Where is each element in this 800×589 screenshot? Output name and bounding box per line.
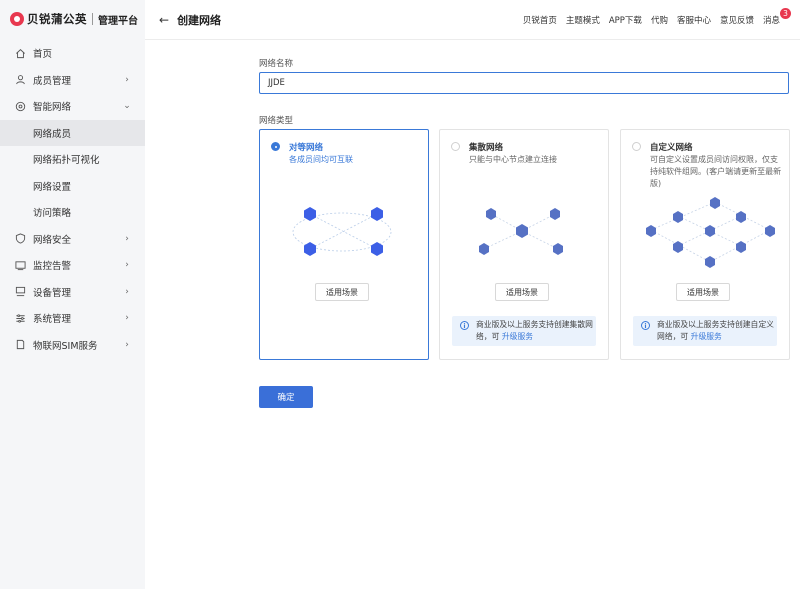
brand-logo-icon — [10, 12, 24, 26]
hub-network-diagram — [479, 208, 563, 255]
upgrade-service-link[interactable]: 升级服务 — [502, 332, 533, 341]
sidebar-subitem-network-settings[interactable]: 网络设置 — [0, 173, 145, 200]
link-theme[interactable]: 主题模式 — [566, 14, 600, 26]
chevron-right-icon: › — [125, 313, 129, 324]
sidebar-item-label: 首页 — [33, 49, 53, 61]
info-icon: i — [460, 321, 469, 330]
chevron-right-icon: › — [125, 74, 129, 85]
network-type-card-peer[interactable]: 对等网络 各成员间均可互联 适用场景 — [259, 129, 429, 360]
sim-icon — [14, 339, 26, 351]
sidebar-item-label: 监控告警 — [33, 261, 72, 273]
brand-sub: 管理平台 — [98, 15, 138, 27]
network-type-label: 网络类型 — [259, 116, 294, 126]
link-purchase[interactable]: 代购 — [651, 14, 668, 26]
confirm-button[interactable]: 确定 — [259, 386, 313, 408]
notice-text: 商业版及以上服务支持创建自定义网络，可 升级服务 — [657, 320, 774, 341]
shield-icon — [14, 233, 26, 245]
custom-network-diagram — [646, 197, 775, 268]
sidebar-subitem-topology[interactable]: 网络拓扑可视化 — [0, 146, 145, 173]
card-desc: 可自定义设置成员间访问权限，仅支持纯软件组网。(客户端请更新至最新版) — [650, 155, 782, 188]
chevron-right-icon: › — [125, 260, 129, 271]
radio-peer[interactable] — [271, 142, 280, 151]
sidebar: 贝锐蒲公英 管理平台 首页 成员管理 › 智能网络 ⌄ 网络成员 网络拓扑可视化 — [0, 0, 145, 589]
scene-button[interactable]: 适用场景 — [315, 283, 369, 301]
card-title: 集散网络 — [469, 143, 504, 153]
chevron-right-icon: › — [125, 233, 129, 244]
scene-button[interactable]: 适用场景 — [495, 283, 549, 301]
device-icon — [14, 286, 26, 298]
arrow-left-icon[interactable]: ← — [159, 13, 169, 27]
info-icon: i — [641, 321, 650, 330]
sidebar-nav: 首页 成员管理 › 智能网络 ⌄ 网络成员 网络拓扑可视化 网络设置 访问策略 … — [0, 40, 145, 358]
peer-network-diagram — [292, 207, 392, 256]
network-icon — [14, 100, 26, 112]
radio-custom[interactable] — [632, 142, 641, 151]
card-desc: 只能与中心节点建立连接 — [469, 155, 557, 164]
sidebar-item-iot-sim[interactable]: 物联网SIM服务 › — [0, 332, 145, 359]
network-name-input[interactable]: JJDE — [259, 72, 789, 94]
top-links: 贝锐首页 主题模式 APP下载 代购 客服中心 意见反馈 消息 3 — [523, 8, 791, 26]
sidebar-item-smart-network[interactable]: 智能网络 ⌄ — [0, 93, 145, 120]
sidebar-item-home[interactable]: 首页 — [0, 40, 145, 67]
upgrade-notice: i 商业版及以上服务支持创建自定义网络，可 升级服务 — [633, 316, 777, 346]
brand-name: 贝锐蒲公英 — [27, 12, 87, 26]
link-support[interactable]: 客服中心 — [677, 14, 711, 26]
sidebar-item-label: 成员管理 — [33, 75, 72, 87]
sidebar-item-label: 设备管理 — [33, 287, 72, 299]
upgrade-service-link[interactable]: 升级服务 — [691, 332, 722, 341]
sidebar-subitem-network-members[interactable]: 网络成员 — [0, 119, 145, 146]
sidebar-item-security[interactable]: 网络安全 › — [0, 226, 145, 253]
card-desc: 各成员间均可互联 — [289, 155, 353, 164]
sidebar-item-label: 网络安全 — [33, 234, 72, 246]
page-title: 创建网络 — [177, 13, 222, 27]
sidebar-item-devices[interactable]: 设备管理 › — [0, 279, 145, 306]
card-title: 对等网络 — [289, 143, 324, 153]
home-icon — [14, 47, 26, 59]
scene-button[interactable]: 适用场景 — [676, 283, 730, 301]
network-name-label: 网络名称 — [259, 59, 294, 69]
link-home[interactable]: 贝锐首页 — [523, 14, 557, 26]
sidebar-subitem-access-policy[interactable]: 访问策略 — [0, 199, 145, 226]
sidebar-item-label: 智能网络 — [33, 102, 72, 114]
radio-hub[interactable] — [451, 142, 460, 151]
chevron-right-icon: › — [125, 286, 129, 297]
link-app-download[interactable]: APP下载 — [609, 14, 642, 26]
sidebar-item-label: 物联网SIM服务 — [33, 340, 98, 352]
sidebar-item-label: 系统管理 — [33, 314, 72, 326]
messages-link[interactable]: 消息 3 — [762, 8, 791, 26]
user-icon — [14, 74, 26, 86]
sidebar-item-members[interactable]: 成员管理 › — [0, 67, 145, 94]
chevron-right-icon: › — [125, 339, 129, 350]
sidebar-item-monitoring[interactable]: 监控告警 › — [0, 252, 145, 279]
logo[interactable]: 贝锐蒲公英 管理平台 — [0, 0, 145, 38]
notice-text: 商业版及以上服务支持创建集散网络，可 升级服务 — [476, 320, 593, 341]
network-type-card-custom[interactable]: 自定义网络 可自定义设置成员间访问权限，仅支持纯软件组网。(客户端请更新至最新版… — [620, 129, 790, 360]
link-feedback[interactable]: 意见反馈 — [720, 14, 754, 26]
monitor-icon — [14, 259, 26, 271]
logo-divider — [92, 13, 93, 25]
card-title: 自定义网络 — [650, 143, 693, 153]
messages-label: 消息 — [762, 16, 780, 26]
upgrade-notice: i 商业版及以上服务支持创建集散网络，可 升级服务 — [452, 316, 596, 346]
topbar: ← 创建网络 贝锐首页 主题模式 APP下载 代购 客服中心 意见反馈 消息 3 — [145, 0, 800, 40]
sidebar-item-system[interactable]: 系统管理 › — [0, 305, 145, 332]
settings-icon — [14, 312, 26, 324]
message-count-badge: 3 — [780, 8, 791, 19]
chevron-down-icon: ⌄ — [123, 101, 131, 112]
network-type-card-hub[interactable]: 集散网络 只能与中心节点建立连接 适用场景 i 商业版及以上服务支持创建集散网络… — [439, 129, 609, 360]
